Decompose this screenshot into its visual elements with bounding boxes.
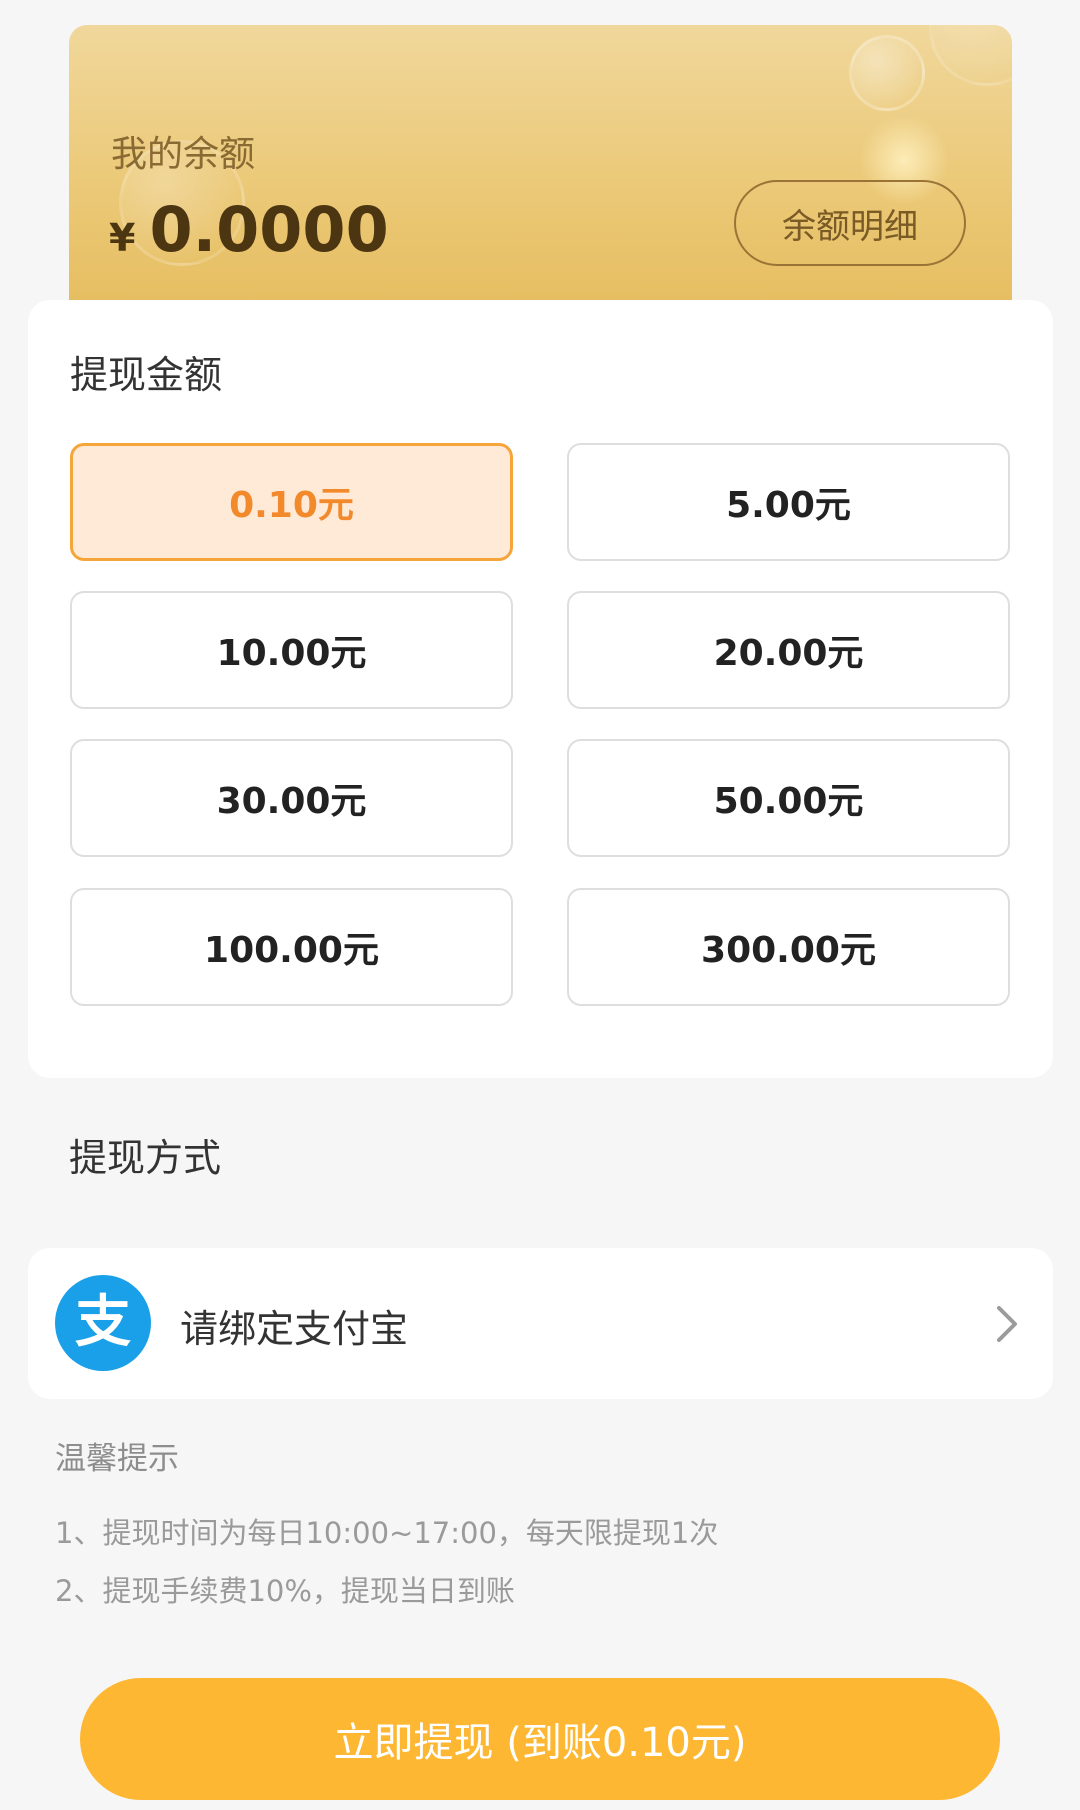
tip-line: 1、提现时间为每日10:00~17:00，每天限提现1次 — [55, 1516, 719, 1550]
amount-option-100[interactable]: 100.00元 — [70, 888, 513, 1006]
tips-title: 温馨提示 — [55, 1441, 179, 1477]
bind-alipay-label: 请绑定支付宝 — [180, 1307, 409, 1351]
bind-alipay-row[interactable]: 支 请绑定支付宝 — [28, 1248, 1053, 1399]
amount-option-50[interactable]: 50.00元 — [567, 739, 1010, 857]
amount-option-5[interactable]: 5.00元 — [567, 443, 1010, 561]
balance-value: 0.0000 — [149, 193, 389, 266]
amount-option-300[interactable]: 300.00元 — [567, 888, 1010, 1006]
amount-option-20[interactable]: 20.00元 — [567, 591, 1010, 709]
amount-option-30[interactable]: 30.00元 — [70, 739, 513, 857]
balance-detail-button[interactable]: 余额明细 — [734, 180, 966, 266]
amount-option-10[interactable]: 10.00元 — [70, 591, 513, 709]
amount-option-0-10[interactable]: 0.10元 — [70, 443, 513, 561]
chevron-right-icon — [997, 1306, 1017, 1342]
coin-decoration — [849, 35, 925, 111]
amount-section-title: 提现金额 — [70, 353, 223, 397]
tip-line: 2、提现手续费10%，提现当日到账 — [55, 1574, 515, 1608]
coin-decoration — [929, 25, 1012, 86]
method-section-title: 提现方式 — [69, 1136, 222, 1180]
balance-card: 我的余额 ¥0.0000 余额明细 — [69, 25, 1012, 315]
balance-label: 我的余额 — [111, 134, 256, 175]
alipay-icon: 支 — [55, 1275, 151, 1371]
currency-symbol: ¥ — [109, 216, 136, 260]
withdraw-now-button[interactable]: 立即提现 (到账0.10元) — [80, 1678, 1000, 1800]
alipay-icon-glyph: 支 — [75, 1290, 131, 1355]
withdraw-amount-panel: 提现金额 0.10元 5.00元 10.00元 20.00元 30.00元 50… — [28, 300, 1053, 1078]
balance-amount: ¥0.0000 — [109, 193, 389, 266]
